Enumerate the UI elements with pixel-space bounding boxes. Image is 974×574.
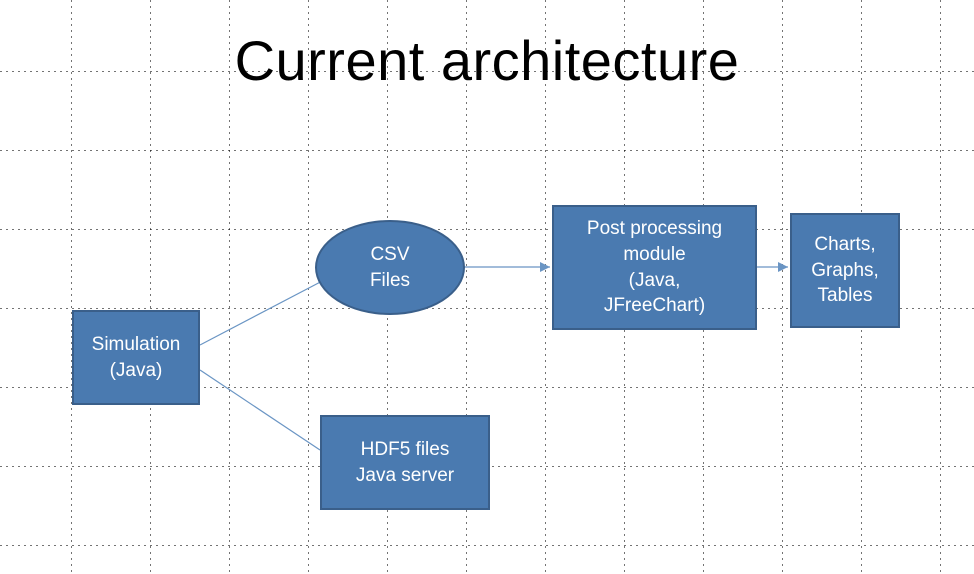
node-csv-label: CSV Files [370, 242, 410, 293]
node-output: Charts, Graphs, Tables [790, 213, 900, 328]
node-simulation: Simulation (Java) [72, 310, 200, 405]
edge-simulation-to-hdf5 [200, 370, 320, 450]
node-output-label: Charts, Graphs, Tables [811, 232, 879, 309]
arrowhead-post-to-output [778, 262, 788, 272]
arrowhead-csv-to-post [540, 262, 550, 272]
node-simulation-label: Simulation (Java) [92, 332, 181, 383]
node-post-processing-label: Post processing module (Java, JFreeChart… [587, 216, 722, 319]
node-post-processing: Post processing module (Java, JFreeChart… [552, 205, 757, 330]
diagram-title: Current architecture [0, 28, 974, 93]
node-csv: CSV Files [315, 220, 465, 315]
node-hdf5-label: HDF5 files Java server [356, 437, 454, 488]
edge-simulation-to-csv [200, 278, 328, 345]
node-hdf5: HDF5 files Java server [320, 415, 490, 510]
